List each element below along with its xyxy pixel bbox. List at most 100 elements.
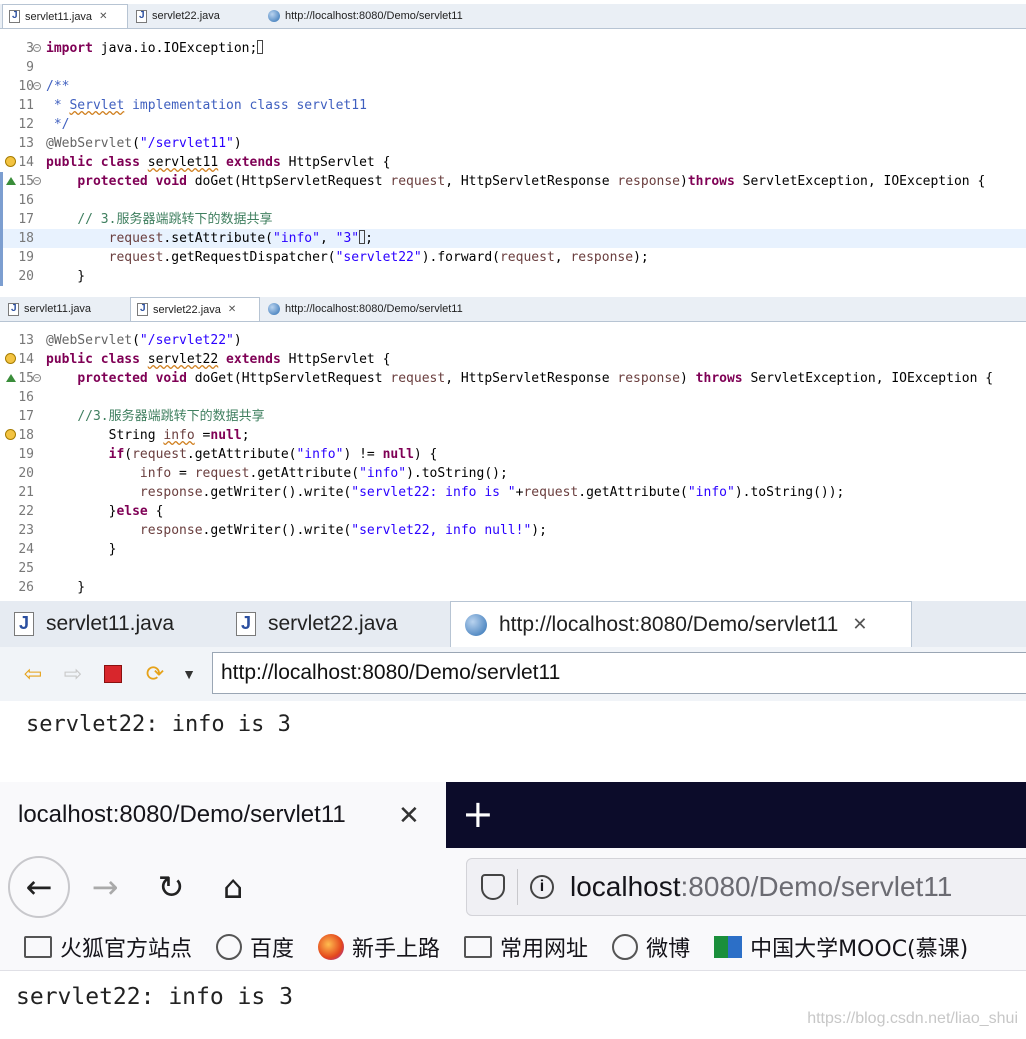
tab-servlet11-java[interactable]: servlet11.java xyxy=(2,297,128,321)
java-file-icon xyxy=(14,612,34,636)
code-line[interactable]: 20 info = request.getAttribute("info").t… xyxy=(0,464,1026,483)
code-line[interactable]: 3− import java.io.IOException; xyxy=(0,39,1026,58)
editor-servlet22[interactable]: 13 @WebServlet("/servlet22") 14 public clas… xyxy=(0,331,1026,599)
globe-icon xyxy=(216,934,243,960)
tab-servlet11-java[interactable]: servlet11.java xyxy=(0,601,220,647)
code-line[interactable]: 22 }else { xyxy=(0,502,1026,521)
code-line[interactable]: 19 request.getRequestDispatcher("servlet… xyxy=(0,248,1026,267)
code-line[interactable]: 25 xyxy=(0,559,1026,578)
line-number: 12 xyxy=(18,117,34,132)
fold-icon[interactable]: − xyxy=(33,374,41,382)
tab-servlet11-java[interactable]: servlet11.java ✕ xyxy=(2,4,128,28)
code-text: */ xyxy=(46,117,70,132)
line-number: 17 xyxy=(18,212,34,227)
code-line[interactable]: 12 */ xyxy=(0,115,1026,134)
close-icon[interactable]: ✕ xyxy=(228,304,236,315)
code-line[interactable]: 10−/** xyxy=(0,77,1026,96)
bookmark-common-sites[interactable]: 常用网址 xyxy=(464,931,588,963)
line-number: 21 xyxy=(18,485,34,500)
code-line[interactable]: 26 } xyxy=(0,578,1026,597)
code-text: } xyxy=(46,542,117,557)
code-text: String info =null; xyxy=(46,428,250,443)
tab-servlet22-java[interactable]: servlet22.java xyxy=(222,601,444,647)
tab-label: servlet11.java xyxy=(25,10,93,23)
close-icon[interactable]: ✕ xyxy=(99,11,107,22)
browser-url-field[interactable]: http://localhost:8080/Demo/servlet11 xyxy=(212,652,1026,694)
back-arrow-icon[interactable]: ⇦ xyxy=(16,657,50,691)
info-icon[interactable]: i xyxy=(530,875,554,899)
bookmark-baidu[interactable]: 百度 xyxy=(216,931,294,963)
divider xyxy=(517,869,518,905)
code-line[interactable]: 15− protected void doGet(HttpServletRequ… xyxy=(0,369,1026,388)
tab-servlet22-java[interactable]: servlet22.java xyxy=(130,4,258,28)
code-line[interactable]: 19 if(request.getAttribute("info") != nu… xyxy=(0,445,1026,464)
code-line[interactable]: 13 @WebServlet("/servlet11") xyxy=(0,134,1026,153)
code-line[interactable]: 11 * Servlet implementation class servle… xyxy=(0,96,1026,115)
bookmark-getting-started[interactable]: 新手上路 xyxy=(318,931,440,963)
forward-arrow-icon[interactable]: → xyxy=(74,856,136,918)
bookmark-firefox-official[interactable]: 火狐官方站点 xyxy=(24,931,192,963)
java-file-icon xyxy=(8,302,19,316)
line-number: 3 xyxy=(26,41,34,56)
reload-icon[interactable]: ↻ xyxy=(140,856,202,918)
line-number: 19 xyxy=(18,250,34,265)
close-icon[interactable]: ✕ xyxy=(398,800,420,831)
tab-browser[interactable]: http://localhost:8080/Demo/servlet11 ✕ xyxy=(450,601,912,647)
code-text: response.getWriter().write("servlet22: i… xyxy=(139,485,845,500)
code-text: import java.io.IOException; xyxy=(46,39,264,58)
bookmark-mooc[interactable]: 中国大学MOOC(慕课) xyxy=(714,931,968,963)
shield-icon[interactable] xyxy=(481,874,505,900)
code-text: /** xyxy=(46,79,70,94)
back-arrow-icon[interactable]: ← xyxy=(8,856,70,918)
tab-servlet22-java[interactable]: servlet22.java ✕ xyxy=(130,297,260,321)
code-line[interactable]: 24 } xyxy=(0,540,1026,559)
code-line[interactable]: 13 @WebServlet("/servlet22") xyxy=(0,331,1026,350)
fold-icon[interactable]: − xyxy=(33,177,41,185)
firefox-url-bar[interactable]: i localhost:8080/Demo/servlet11 xyxy=(466,858,1026,916)
code-text: request.setAttribute("info", "3"; xyxy=(108,230,373,246)
code-line[interactable]: 18 String info =null; xyxy=(0,426,1026,445)
line-number: 22 xyxy=(18,504,34,519)
tab-label: http://localhost:8080/Demo/servlet11 xyxy=(499,612,839,636)
code-line[interactable]: 16 xyxy=(0,191,1026,210)
editor-servlet11[interactable]: 3− import java.io.IOException; 9 10−/** 11 *… xyxy=(0,29,1026,291)
forward-arrow-icon[interactable]: ⇨ xyxy=(56,657,90,691)
bookmarks-toolbar: 火狐官方站点 百度 新手上路 常用网址 微博 中国大学MOOC(慕课) xyxy=(0,924,1026,971)
bookmark-weibo[interactable]: 微博 xyxy=(612,931,690,963)
code-line[interactable]: 20 } xyxy=(0,267,1026,286)
tab-browser[interactable]: http://localhost:8080/Demo/servlet11 xyxy=(262,297,522,321)
tab-label: servlet11.java xyxy=(46,612,175,635)
code-line[interactable]: 15− protected void doGet(HttpServletRequ… xyxy=(0,172,1026,191)
new-tab-icon[interactable]: + xyxy=(462,792,494,836)
code-line[interactable]: 16 xyxy=(0,388,1026,407)
code-line[interactable]: 9 xyxy=(0,58,1026,77)
java-file-icon xyxy=(9,10,20,23)
code-line[interactable]: 17 //3.服务器端跳转下的数据共享 xyxy=(0,407,1026,426)
globe-icon xyxy=(268,10,280,22)
line-number: 13 xyxy=(18,136,34,151)
code-text: public class servlet22 extends HttpServl… xyxy=(46,352,391,367)
code-line[interactable]: 21 response.getWriter().write("servlet22… xyxy=(0,483,1026,502)
code-line[interactable]: 18 request.setAttribute("info", "3"; xyxy=(0,229,1026,248)
code-line[interactable]: 17 // 3.服务器端跳转下的数据共享 xyxy=(0,210,1026,229)
bookmark-label: 中国大学MOOC(慕课) xyxy=(750,937,969,962)
fold-icon[interactable]: − xyxy=(33,82,41,90)
code-text: @WebServlet("/servlet11") xyxy=(46,136,242,151)
stop-icon[interactable] xyxy=(96,657,130,691)
home-icon[interactable]: ⌂ xyxy=(202,856,264,918)
java-file-icon xyxy=(136,9,147,23)
refresh-icon[interactable]: ⟳ xyxy=(138,657,172,691)
tab-label: servlet11.java xyxy=(24,303,92,315)
tab-browser[interactable]: http://localhost:8080/Demo/servlet11 xyxy=(262,4,522,28)
code-line[interactable]: 23 response.getWriter().write("servlet22… xyxy=(0,521,1026,540)
code-text: request.getRequestDispatcher("servlet22"… xyxy=(108,250,649,265)
firefox-tab[interactable]: localhost:8080/Demo/servlet11 ✕ xyxy=(0,782,446,848)
line-number: 18 xyxy=(18,231,34,246)
close-icon[interactable]: ✕ xyxy=(852,614,867,635)
dropdown-icon[interactable]: ▼ xyxy=(172,657,206,691)
folder-icon xyxy=(464,936,493,958)
code-line[interactable]: 14 public class servlet22 extends HttpSer… xyxy=(0,350,1026,369)
fold-icon[interactable]: − xyxy=(33,44,41,52)
code-line[interactable]: 14 public class servlet11 extends HttpSer… xyxy=(0,153,1026,172)
line-number: 18 xyxy=(18,428,34,443)
